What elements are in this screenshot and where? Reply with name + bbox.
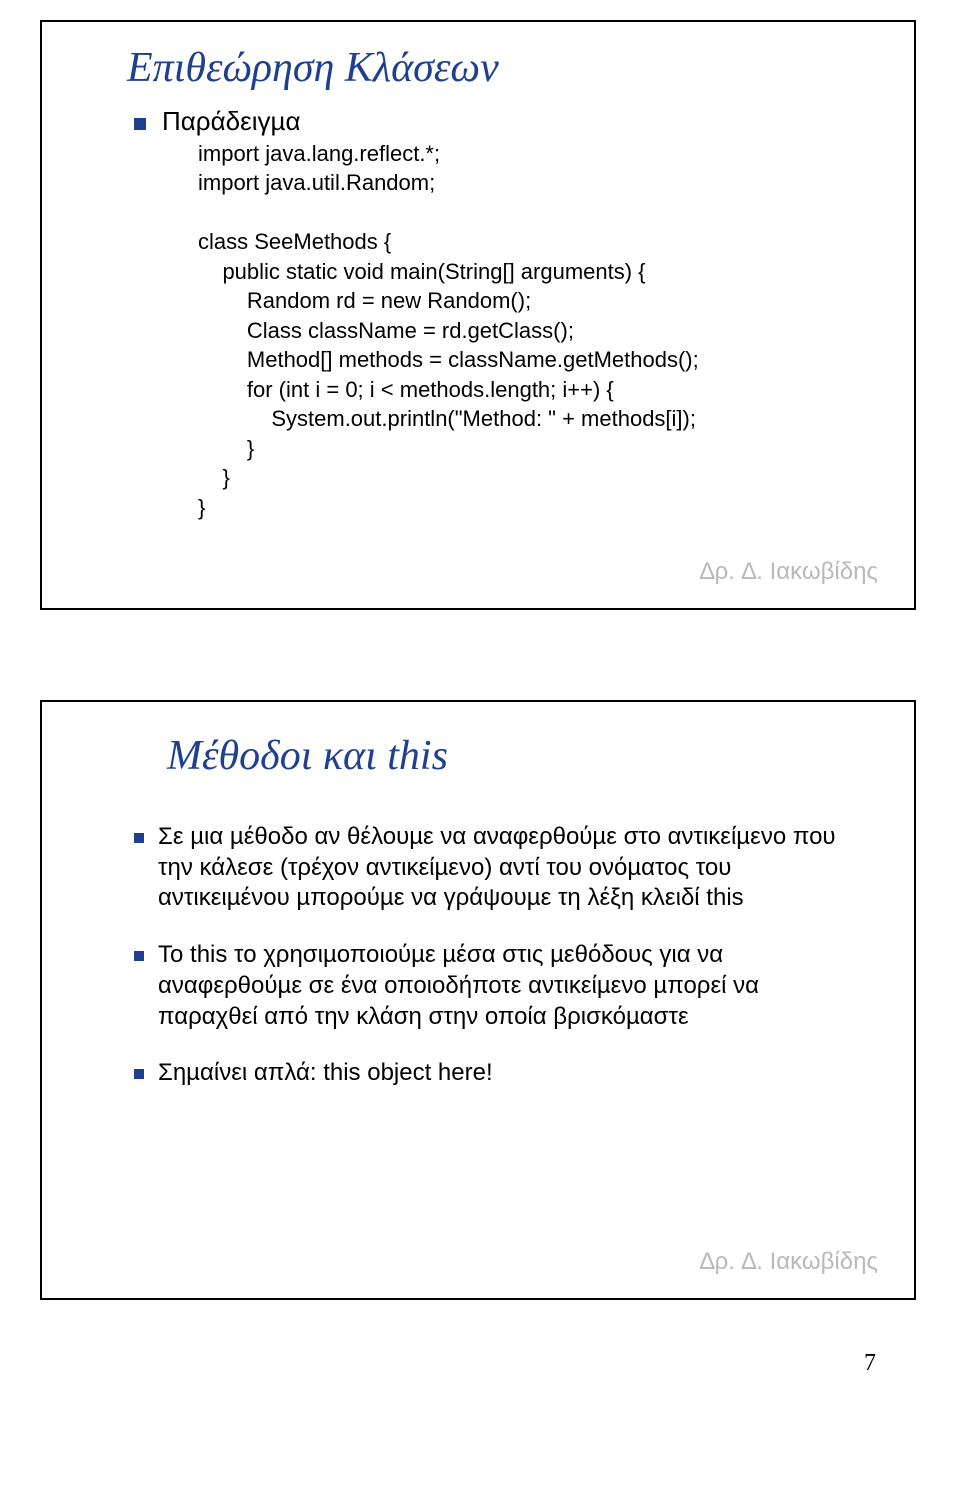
slide-title: Μέθοδοι και this [167,732,884,780]
bullet-1-text: Σε µια µέθοδο αν θέλουµε να αναφερθούµε … [158,822,848,914]
bullet-3: Σηµαίνει απλά: this object here! [134,1058,884,1089]
bullet-icon [134,833,144,843]
bullet-icon [134,951,144,961]
author-footer: ∆ρ. ∆. Ιακωβίδης [700,558,878,586]
bullet-icon [134,118,146,130]
page-number: 7 [40,1350,920,1377]
bullet-1: Σε µια µέθοδο αν θέλουµε να αναφερθούµε … [134,822,884,914]
bullet-3-text: Σηµαίνει απλά: this object here! [158,1058,493,1089]
code-block: import java.lang.reflect.*; import java.… [198,139,884,522]
slide-methods-this: Μέθοδοι και this Σε µια µέθοδο αν θέλουµ… [40,700,916,1300]
bullet-2-text: Το this το χρησιµοποιούµε µέσα στις µεθό… [158,940,848,1032]
slide-title: Επιθεώρηση Κλάσεων [127,44,884,92]
bullet-2: Το this το χρησιµοποιούµε µέσα στις µεθό… [134,940,884,1032]
slide-inspect-classes: Επιθεώρηση Κλάσεων Παράδειγµα import jav… [40,20,916,610]
author-footer: ∆ρ. ∆. Ιακωβίδης [700,1248,878,1276]
bullet-icon [134,1069,144,1079]
subtitle-row: Παράδειγµα [134,106,884,137]
subtitle-text: Παράδειγµα [162,106,300,137]
